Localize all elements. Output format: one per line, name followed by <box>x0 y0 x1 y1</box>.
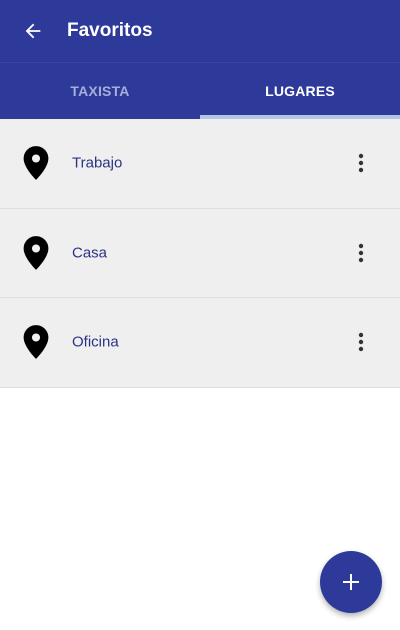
add-place-button[interactable] <box>320 551 382 613</box>
tab-label: LUGARES <box>265 83 335 99</box>
plus-icon <box>343 574 359 590</box>
place-label: Oficina <box>72 333 119 351</box>
app-bar: Favoritos <box>0 0 400 63</box>
page-title: Favoritos <box>67 20 153 41</box>
place-label: Casa <box>72 244 108 262</box>
map-pin-icon <box>23 146 49 181</box>
tab-lugares[interactable]: LUGARES <box>200 63 400 119</box>
list-item[interactable]: Casa <box>0 208 400 298</box>
more-options-button[interactable] <box>348 240 374 266</box>
tab-taxista[interactable]: TAXISTA <box>0 63 200 119</box>
list-item[interactable]: Oficina <box>0 298 400 388</box>
tab-bar: TAXISTA LUGARES <box>0 63 400 119</box>
back-button[interactable] <box>18 16 48 46</box>
place-label: Trabajo <box>72 154 123 172</box>
map-pin-icon <box>23 235 49 270</box>
arrow-left-icon <box>25 23 41 39</box>
more-vert-icon <box>358 333 364 352</box>
tab-label: TAXISTA <box>70 83 130 99</box>
map-pin-icon <box>23 325 49 360</box>
list-item[interactable]: Trabajo <box>0 119 400 209</box>
more-options-button[interactable] <box>348 150 374 176</box>
more-options-button[interactable] <box>348 329 374 355</box>
more-vert-icon <box>358 154 364 173</box>
places-list: Trabajo Casa Oficina <box>0 119 400 388</box>
more-vert-icon <box>358 243 364 262</box>
